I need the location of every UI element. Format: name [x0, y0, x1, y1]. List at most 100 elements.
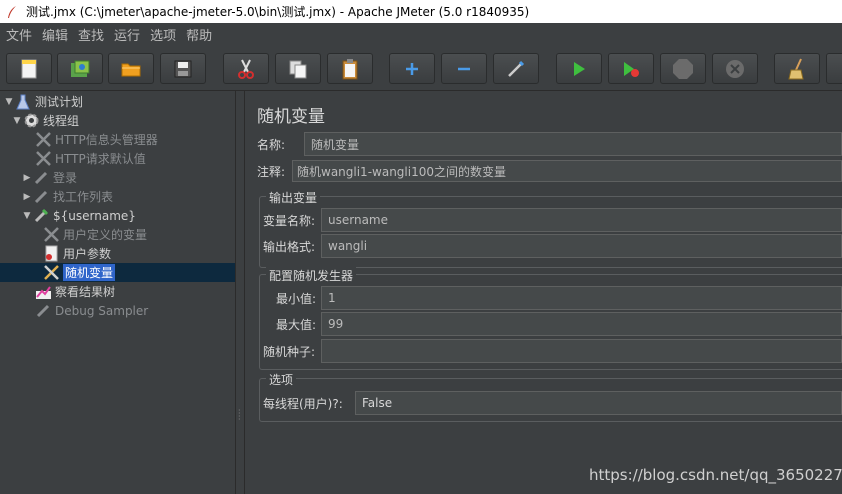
user-params-icon [42, 245, 60, 263]
tree-expand-toggle[interactable]: ▶ [22, 173, 32, 183]
per-thread-select[interactable]: False [355, 391, 842, 415]
tree-node-test-plan[interactable]: ▼ 测试计划 [0, 92, 235, 111]
toolbar [0, 45, 842, 91]
test-plan-tree: ▼ 测试计划 ▼ 线程组 HTTP信息头管理器 HTTP请求默认值 ▶ 登录 ▶… [0, 91, 235, 494]
menu-options[interactable]: 选项 [146, 25, 180, 44]
tree-node-label: Debug Sampler [55, 303, 149, 318]
open-folder-icon [120, 60, 142, 78]
config-group-title: 配置随机发生器 [266, 267, 357, 284]
pipette-icon [34, 302, 52, 320]
clear-button[interactable] [774, 53, 820, 84]
tree-node-user-defined-variables[interactable]: 用户定义的变量 [0, 225, 235, 244]
shutdown-button[interactable] [712, 53, 758, 84]
tree-node-label: 用户参数 [63, 247, 112, 261]
open-button[interactable] [108, 53, 154, 84]
menu-file[interactable]: 文件 [2, 25, 36, 44]
options-group-title: 选项 [266, 371, 297, 388]
expand-button[interactable] [389, 53, 435, 84]
stop-icon [672, 58, 694, 80]
var-name-row: 变量名称: [263, 208, 315, 232]
tree-node-user-parameters[interactable]: 用户参数 [0, 244, 235, 263]
max-row: 最大值: [276, 312, 316, 336]
max-label: 最大值: [276, 317, 317, 332]
tree-node-label: 线程组 [43, 114, 80, 128]
tools-icon [34, 131, 52, 149]
menu-edit[interactable]: 编辑 [38, 25, 72, 44]
comment-row: 注释: [257, 160, 285, 182]
tree-node-label: 用户定义的变量 [63, 228, 148, 242]
min-value-field[interactable]: 1 [321, 286, 842, 310]
tree-expand-toggle[interactable]: ▶ [22, 192, 32, 202]
plus-icon [404, 61, 420, 77]
tree-node-http-request-defaults[interactable]: HTTP请求默认值 [0, 149, 235, 168]
toggle-button[interactable] [493, 53, 539, 84]
menu-run[interactable]: 运行 [110, 25, 144, 44]
flask-icon [14, 93, 32, 111]
pipette-green-icon [32, 207, 50, 225]
templates-button[interactable] [57, 53, 103, 84]
start-button[interactable] [556, 53, 602, 84]
jmeter-feather-icon [4, 4, 20, 20]
new-button[interactable] [6, 53, 52, 84]
tree-expand-toggle[interactable]: ▼ [22, 211, 32, 221]
min-label: 最小值: [276, 291, 317, 306]
tree-node-view-results-tree[interactable]: 察看结果树 [0, 282, 235, 301]
per-thread-row: 每线程(用户)?: [263, 391, 343, 415]
templates-icon [69, 59, 91, 79]
format-row: 输出格式: [263, 234, 315, 258]
cut-button[interactable] [223, 53, 269, 84]
format-field[interactable]: wangli [321, 234, 842, 258]
copy-icon [288, 59, 308, 79]
var-name-field[interactable]: username [321, 208, 842, 232]
tree-node-username-sampler[interactable]: ▼ ${username} [0, 206, 235, 225]
tree-node-label: 登录 [53, 171, 78, 185]
seed-label: 随机种子: [263, 344, 316, 359]
wand-icon [506, 59, 526, 79]
collapse-button[interactable] [441, 53, 487, 84]
page-title: 随机变量 [257, 107, 325, 127]
tools-icon [42, 226, 60, 244]
tree-node-login[interactable]: ▶ 登录 [0, 168, 235, 187]
tree-node-label: 找工作列表 [53, 190, 114, 204]
tree-node-label: 测试计划 [35, 95, 84, 109]
play-no-timer-icon [622, 60, 640, 78]
per-thread-label: 每线程(用户)?: [263, 396, 343, 411]
comment-field[interactable]: 随机wangli1-wangli100之间的数变量 [292, 160, 842, 182]
copy-button[interactable] [275, 53, 321, 84]
tree-node-label: 察看结果树 [55, 285, 116, 299]
var-name-label: 变量名称: [263, 213, 316, 228]
paste-button[interactable] [327, 53, 373, 84]
chart-icon [34, 283, 52, 301]
tree-node-label: 随机变量 [63, 264, 116, 281]
save-button[interactable] [160, 53, 206, 84]
menu-help[interactable]: 帮助 [182, 25, 216, 44]
split-pane-divider[interactable]: · · · · [235, 91, 245, 494]
seed-row: 随机种子: [263, 339, 315, 363]
format-label: 输出格式: [263, 239, 316, 254]
save-icon [173, 59, 193, 79]
tree-expand-toggle[interactable]: ▼ [4, 97, 14, 107]
clear-all-button[interactable] [826, 53, 842, 84]
minus-icon [456, 61, 472, 77]
name-label: 名称: [257, 137, 286, 152]
stop-button[interactable] [660, 53, 706, 84]
menu-search[interactable]: 查找 [74, 25, 108, 44]
max-value-field[interactable]: 99 [321, 312, 842, 336]
tree-expand-toggle[interactable]: ▼ [12, 116, 22, 126]
play-icon [571, 60, 587, 78]
tree-node-random-variable[interactable]: 随机变量 [0, 263, 235, 282]
tree-node-http-header-manager[interactable]: HTTP信息头管理器 [0, 130, 235, 149]
name-field[interactable]: 随机变量 [304, 132, 842, 156]
new-file-icon [20, 59, 38, 79]
tree-node-thread-group[interactable]: ▼ 线程组 [0, 111, 235, 130]
seed-field[interactable] [321, 339, 842, 363]
watermark-url: https://blog.csdn.net/qq_36502272 [589, 466, 842, 484]
gear-icon [22, 112, 40, 130]
tree-node-debug-sampler[interactable]: Debug Sampler [0, 301, 235, 320]
tree-node-label: HTTP信息头管理器 [55, 133, 158, 147]
comment-label: 注释: [257, 164, 286, 179]
start-no-pause-button[interactable] [608, 53, 654, 84]
random-variable-panel: 随机变量 名称: 随机变量 注释: 随机wangli1-wangli100之间的… [246, 91, 842, 494]
tools-icon [34, 150, 52, 168]
tree-node-job-list[interactable]: ▶ 找工作列表 [0, 187, 235, 206]
